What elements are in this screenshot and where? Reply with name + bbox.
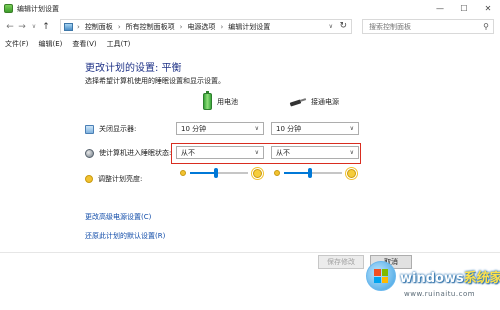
search-box[interactable]: ⚲ xyxy=(362,19,494,34)
control-panel-icon xyxy=(64,22,73,31)
display-off-plugged-select[interactable]: 10 分钟 ∨ xyxy=(271,122,359,135)
breadcrumb-power-options[interactable]: 电源选项 xyxy=(187,22,215,32)
slider-thumb[interactable] xyxy=(308,168,312,178)
chevron-down-icon: ∨ xyxy=(349,125,354,132)
sleep-plugged-select[interactable]: 从不 ∨ xyxy=(271,146,359,159)
battery-icon xyxy=(203,91,212,110)
close-button[interactable]: ✕ xyxy=(476,0,500,17)
search-icon[interactable]: ⚲ xyxy=(483,22,489,31)
chevron-down-icon[interactable]: ∨ xyxy=(329,23,333,30)
restore-defaults-link[interactable]: 还原此计划的默认设置(R) xyxy=(85,231,165,241)
breadcrumb-all-items[interactable]: 所有控制面板项 xyxy=(126,22,175,32)
watermark-brand-main: windows xyxy=(400,271,464,286)
sleep-label: 使计算机进入睡眠状态: xyxy=(99,149,172,157)
breadcrumb-separator: › xyxy=(179,22,183,31)
advanced-settings-link[interactable]: 更改高级电源设置(C) xyxy=(85,212,151,222)
sleep-row: 使计算机进入睡眠状态: xyxy=(85,148,171,158)
dim-sun-icon xyxy=(180,170,186,176)
slider-thumb[interactable] xyxy=(214,168,218,178)
breadcrumb-separator: › xyxy=(117,22,121,31)
watermark: windows系统家园 www.ruinaitu.com xyxy=(300,220,500,310)
bright-sun-icon xyxy=(347,169,356,178)
sleep-battery-value: 从不 xyxy=(181,148,195,157)
power-plug-icon xyxy=(290,98,306,106)
page-subtitle: 选择希望计算机使用的睡眠设置和显示设置。 xyxy=(85,77,225,85)
column-label-plugged: 接通电源 xyxy=(311,98,339,106)
window-title: 编辑计划设置 xyxy=(17,4,59,13)
chevron-down-icon: ∨ xyxy=(254,125,259,132)
forward-button[interactable]: → xyxy=(16,22,28,32)
maximize-button[interactable]: ☐ xyxy=(452,0,476,17)
breadcrumb-control-panel[interactable]: 控制面板 xyxy=(85,22,113,32)
window-controls: — ☐ ✕ xyxy=(428,0,500,17)
column-label-battery: 用电池 xyxy=(217,97,238,106)
breadcrumb-separator: › xyxy=(77,22,80,31)
sleep-moon-icon xyxy=(85,148,94,158)
display-off-battery-select[interactable]: 10 分钟 ∨ xyxy=(176,122,264,135)
title-bar: 编辑计划设置 — ☐ ✕ xyxy=(0,0,500,17)
brightness-plugged-slider[interactable] xyxy=(284,168,342,178)
menu-tools[interactable]: 工具(T) xyxy=(107,39,131,49)
watermark-brand-accent: 系统家园 xyxy=(463,271,500,286)
chevron-down-icon: ∨ xyxy=(254,149,259,156)
breadcrumb-separator: › xyxy=(220,22,224,31)
breadcrumb: › 控制面板 › 所有控制面板项 › 电源选项 › 编辑计划设置 xyxy=(77,22,270,32)
windows-logo-icon xyxy=(374,269,388,283)
back-button[interactable]: ← xyxy=(4,22,16,32)
sleep-battery-select[interactable]: 从不 ∨ xyxy=(176,146,264,159)
address-row: ← → ∨ ↑ › 控制面板 › 所有控制面板项 › 电源选项 › 编辑计划设置… xyxy=(0,17,500,36)
slider-fill xyxy=(190,172,216,174)
brightness-row: 调整计划亮度: xyxy=(85,174,142,184)
menu-bar: 文件(F) 编辑(E) 查看(V) 工具(T) xyxy=(0,36,500,51)
page-title: 更改计划的设置: 平衡 xyxy=(85,63,182,74)
menu-file[interactable]: 文件(F) xyxy=(5,39,29,49)
chevron-down-icon: ∨ xyxy=(349,149,354,156)
display-off-label: 关闭显示器: xyxy=(99,125,137,133)
display-off-plugged-value: 10 分钟 xyxy=(276,124,302,133)
bright-sun-icon xyxy=(253,169,262,178)
minimize-button[interactable]: — xyxy=(428,0,452,17)
watermark-brand: windows系统家园 xyxy=(400,267,500,286)
search-input[interactable] xyxy=(369,22,479,31)
slider-fill xyxy=(284,172,310,174)
recent-locations-button[interactable]: ∨ xyxy=(28,23,40,30)
up-button[interactable]: ↑ xyxy=(40,22,52,32)
display-off-battery-value: 10 分钟 xyxy=(181,124,207,133)
brightness-sun-icon xyxy=(85,175,93,183)
address-bar[interactable]: › 控制面板 › 所有控制面板项 › 电源选项 › 编辑计划设置 ∨ ↻ xyxy=(60,19,352,34)
menu-edit[interactable]: 编辑(E) xyxy=(39,39,63,49)
sleep-plugged-value: 从不 xyxy=(276,148,290,157)
power-options-icon xyxy=(4,4,13,13)
brightness-label: 调整计划亮度: xyxy=(98,175,143,183)
brightness-battery-slider[interactable] xyxy=(190,168,248,178)
watermark-url: www.ruinaitu.com xyxy=(404,290,476,298)
monitor-icon xyxy=(85,124,94,134)
menu-view[interactable]: 查看(V) xyxy=(72,39,96,49)
breadcrumb-edit-plan[interactable]: 编辑计划设置 xyxy=(228,22,270,32)
refresh-icon[interactable]: ↻ xyxy=(339,21,347,31)
column-header-battery: 用电池 xyxy=(203,91,238,110)
display-off-row: 关闭显示器: xyxy=(85,124,136,134)
dim-sun-icon xyxy=(274,170,280,176)
column-header-plugged: 接通电源 xyxy=(290,97,339,107)
